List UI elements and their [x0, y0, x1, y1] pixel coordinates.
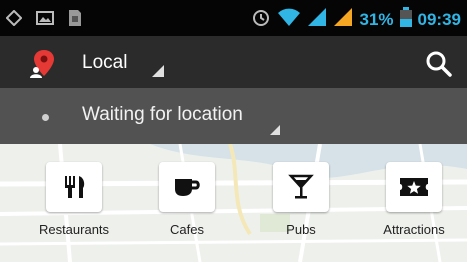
category-label: Cafes [170, 222, 204, 237]
location-status-label: Waiting for location [82, 104, 243, 125]
alarm-icon [251, 7, 271, 32]
local-dropdown-label[interactable]: Local [82, 52, 127, 74]
status-bar: 31% 09:39 [0, 0, 467, 36]
wifi-icon [277, 7, 301, 32]
ticket-star-icon [386, 162, 442, 212]
dropdown-arrow-icon[interactable] [152, 64, 164, 82]
category-pubs[interactable]: Pubs [257, 162, 345, 237]
battery-percent: 31% [359, 9, 394, 29]
location-status-dot [42, 114, 49, 121]
coffee-cup-icon [159, 162, 215, 212]
sim-icon [68, 9, 82, 32]
clock: 09:39 [417, 9, 461, 29]
category-attractions[interactable]: Attractions [370, 162, 458, 237]
fork-knife-icon [46, 162, 102, 212]
category-cafes[interactable]: Cafes [143, 162, 231, 237]
battery-icon [399, 7, 412, 32]
image-icon [36, 10, 54, 31]
cocktail-glass-icon [273, 162, 329, 212]
category-label: Pubs [286, 222, 316, 237]
category-label: Restaurants [38, 222, 110, 237]
action-bar: Local [0, 36, 467, 89]
category-restaurants[interactable]: Restaurants [30, 162, 118, 237]
dropdown-arrow-icon [270, 122, 280, 140]
location-status-bar[interactable]: Waiting for location [0, 88, 467, 144]
signal-icon [333, 7, 353, 32]
signal-icon [307, 7, 327, 32]
location-icon [5, 9, 23, 31]
map-pin-icon[interactable] [28, 48, 62, 83]
search-icon[interactable] [425, 50, 453, 83]
category-label: Attractions [383, 222, 445, 237]
